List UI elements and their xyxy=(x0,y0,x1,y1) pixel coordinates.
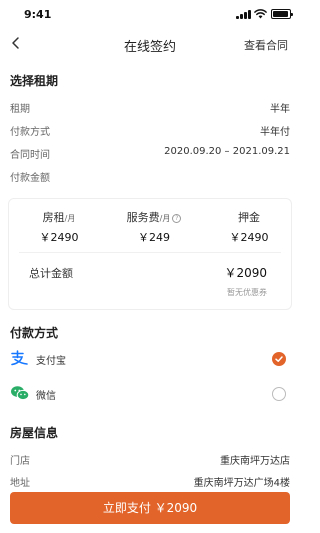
deposit-label: 押金 xyxy=(238,211,260,224)
payment-option-wechat[interactable]: 微信 xyxy=(10,383,290,405)
total-amount-value: ￥2090 xyxy=(224,266,267,280)
contract-period-value: 2020.09.20 – 2021.09.21 xyxy=(164,146,290,157)
deposit-value: ￥2490 xyxy=(229,231,269,244)
fee-summary-card: 房租/月 ￥2490 服务费/月? ￥249 押金 ￥2490 总计金额 ￥20… xyxy=(8,198,292,310)
service-fee-unit: /月 xyxy=(159,214,171,223)
store-row: 门店 重庆南坪万达店 xyxy=(10,452,290,468)
help-icon[interactable]: ? xyxy=(172,214,182,223)
card-divider xyxy=(19,252,281,253)
rent-label: 房租 xyxy=(42,211,65,224)
rent-column: 房租/月 ￥2490 xyxy=(19,209,99,245)
deposit-column: 押金 ￥2490 xyxy=(213,209,285,245)
payment-section-title: 付款方式 xyxy=(10,326,59,340)
alipay-label: 支付宝 xyxy=(36,356,66,367)
status-bar: 9:41 xyxy=(0,0,300,28)
alipay-radio[interactable] xyxy=(272,352,286,366)
store-value: 重庆南坪万达店 xyxy=(220,456,290,467)
house-section-title: 房屋信息 xyxy=(10,426,59,440)
service-fee-label: 服务费 xyxy=(126,211,160,224)
service-fee-column: 服务费/月? ￥249 xyxy=(111,209,197,245)
store-label: 门店 xyxy=(10,456,30,467)
address-value: 重庆南坪万达广场4楼 xyxy=(193,478,290,489)
nav-bar: 在线签约 查看合同 xyxy=(0,28,300,60)
wifi-icon xyxy=(254,9,267,19)
payment-amount-label: 付款金额 xyxy=(10,173,50,184)
address-label: 地址 xyxy=(10,478,30,489)
rent-value: ￥2490 xyxy=(39,231,79,244)
payment-method-value: 半年付 xyxy=(260,127,290,138)
view-contract-link[interactable]: 查看合同 xyxy=(244,37,288,53)
pay-now-button[interactable]: 立即支付 ￥2090 xyxy=(10,492,290,524)
payment-option-alipay[interactable]: 支付宝 xyxy=(10,348,290,370)
wechat-radio[interactable] xyxy=(272,387,286,401)
lease-term-label: 租期 xyxy=(10,104,30,115)
wechat-icon xyxy=(11,386,30,401)
contract-period-row: 合同时间 2020.09.20 – 2021.09.21 xyxy=(10,146,290,162)
lease-term-row: 租期 半年 xyxy=(10,100,290,116)
address-row: 地址 重庆南坪万达广场4楼 xyxy=(10,474,290,490)
coupon-note[interactable]: 暂无优惠券 xyxy=(227,287,267,298)
rent-unit: /月 xyxy=(64,214,76,223)
total-amount-label: 总计金额 xyxy=(29,267,73,280)
signal-icon xyxy=(236,10,252,19)
contract-period-label: 合同时间 xyxy=(10,150,50,161)
payment-method-row: 付款方式 半年付 xyxy=(10,123,290,139)
payment-method-label: 付款方式 xyxy=(10,127,50,138)
alipay-icon xyxy=(11,350,28,366)
lease-section-title: 选择租期 xyxy=(10,74,59,88)
service-fee-value: ￥249 xyxy=(138,231,170,244)
wechat-label: 微信 xyxy=(36,391,56,402)
lease-term-value: 半年 xyxy=(270,104,290,115)
payment-amount-row: 付款金额 xyxy=(10,169,290,185)
battery-icon xyxy=(271,9,293,19)
status-time: 9:41 xyxy=(24,8,52,21)
